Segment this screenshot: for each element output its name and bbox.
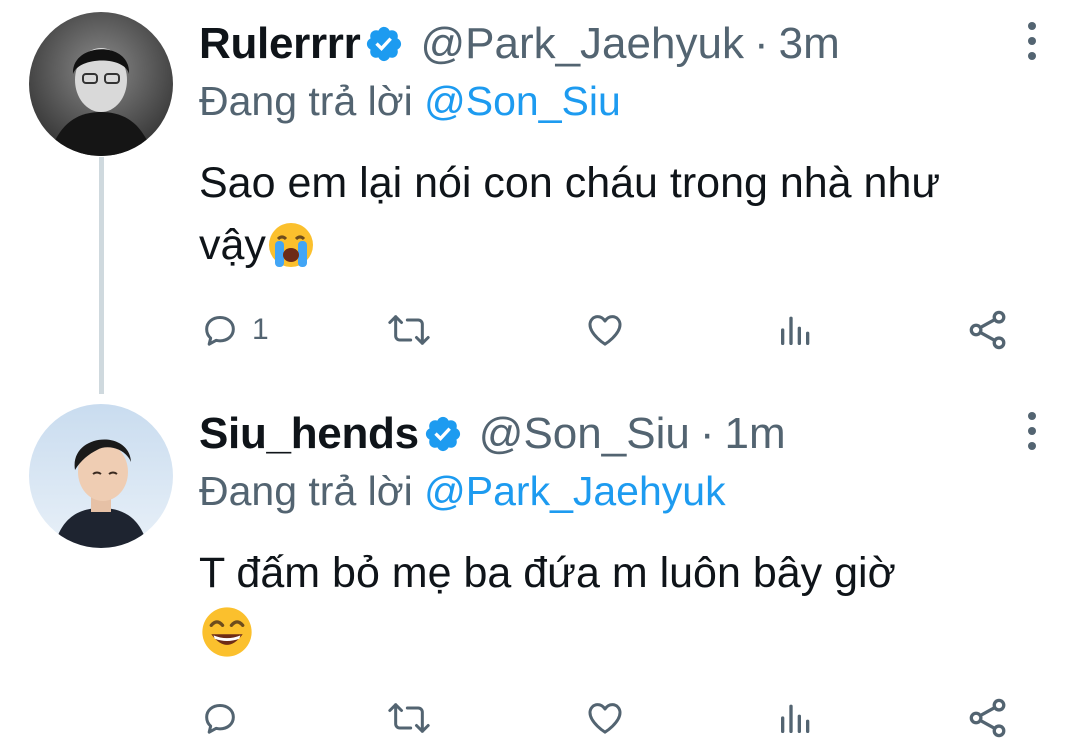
tweet-text: Sao em lại nói con cháu trong nhà như vậ… [199,152,1019,286]
avatar[interactable] [29,12,173,156]
reply-count: 1 [252,313,269,346]
analytics-button[interactable] [776,688,816,748]
handle[interactable]: @Park_Jaehyuk [420,19,744,69]
timestamp[interactable]: 1m [724,409,785,459]
replying-mention[interactable]: @Son_Siu [424,78,621,124]
more-options-icon[interactable] [1024,22,1040,68]
timestamp[interactable]: 3m [779,19,840,69]
display-name[interactable]: Rulerrrr [199,19,361,69]
analytics-icon [776,310,816,350]
like-button[interactable] [583,300,627,360]
reply-icon [200,698,240,738]
tweet-text: T đấm bỏ mẹ ba đứa m luôn bây giờ [199,542,1019,677]
reply-button[interactable] [200,688,252,748]
tweet-actions [0,688,1080,748]
analytics-icon [776,698,816,738]
like-icon [583,310,627,350]
verified-badge-icon [423,414,463,454]
share-button[interactable] [966,688,1010,748]
retweet-button[interactable] [385,300,433,360]
replying-to: Đang trả lời @Park_Jaehyuk [199,468,726,515]
share-button[interactable] [966,300,1010,360]
retweet-icon [385,310,433,350]
replying-to: Đang trả lời @Son_Siu [199,78,621,125]
retweet-icon [385,698,433,738]
tweet-2[interactable]: Siu_hends @Son_Siu · 1m Đang trả lời @Pa… [0,390,1080,753]
separator-dot: · [699,409,715,458]
grinning-squinting-face-icon [199,604,255,677]
replying-prefix: Đang trả lời [199,468,413,514]
tweet-header: Siu_hends @Son_Siu · 1m [199,404,786,464]
analytics-button[interactable] [776,300,816,360]
display-name[interactable]: Siu_hends [199,409,419,459]
separator-dot: · [753,19,769,68]
replying-mention[interactable]: @Park_Jaehyuk [424,468,725,514]
share-icon [966,308,1010,352]
tweet-header: Rulerrrr @Park_Jaehyuk · 3m [199,14,840,74]
retweet-button[interactable] [385,688,433,748]
like-icon [583,698,627,738]
loudly-crying-face-icon [266,219,316,286]
reply-button[interactable]: 1 [200,300,269,360]
share-icon [966,696,1010,740]
replying-prefix: Đang trả lời [199,78,413,124]
tweet-text-content: T đấm bỏ mẹ ba đứa m luôn bây giờ [199,549,896,597]
verified-badge-icon [364,24,404,64]
avatar[interactable] [29,404,173,548]
tweet-actions: 1 [0,300,1080,360]
tweet-1[interactable]: Rulerrrr @Park_Jaehyuk · 3m Đang trả lời… [0,0,1080,390]
handle[interactable]: @Son_Siu [479,409,690,459]
reply-icon [200,310,240,350]
more-options-icon[interactable] [1024,412,1040,458]
like-button[interactable] [583,688,627,748]
